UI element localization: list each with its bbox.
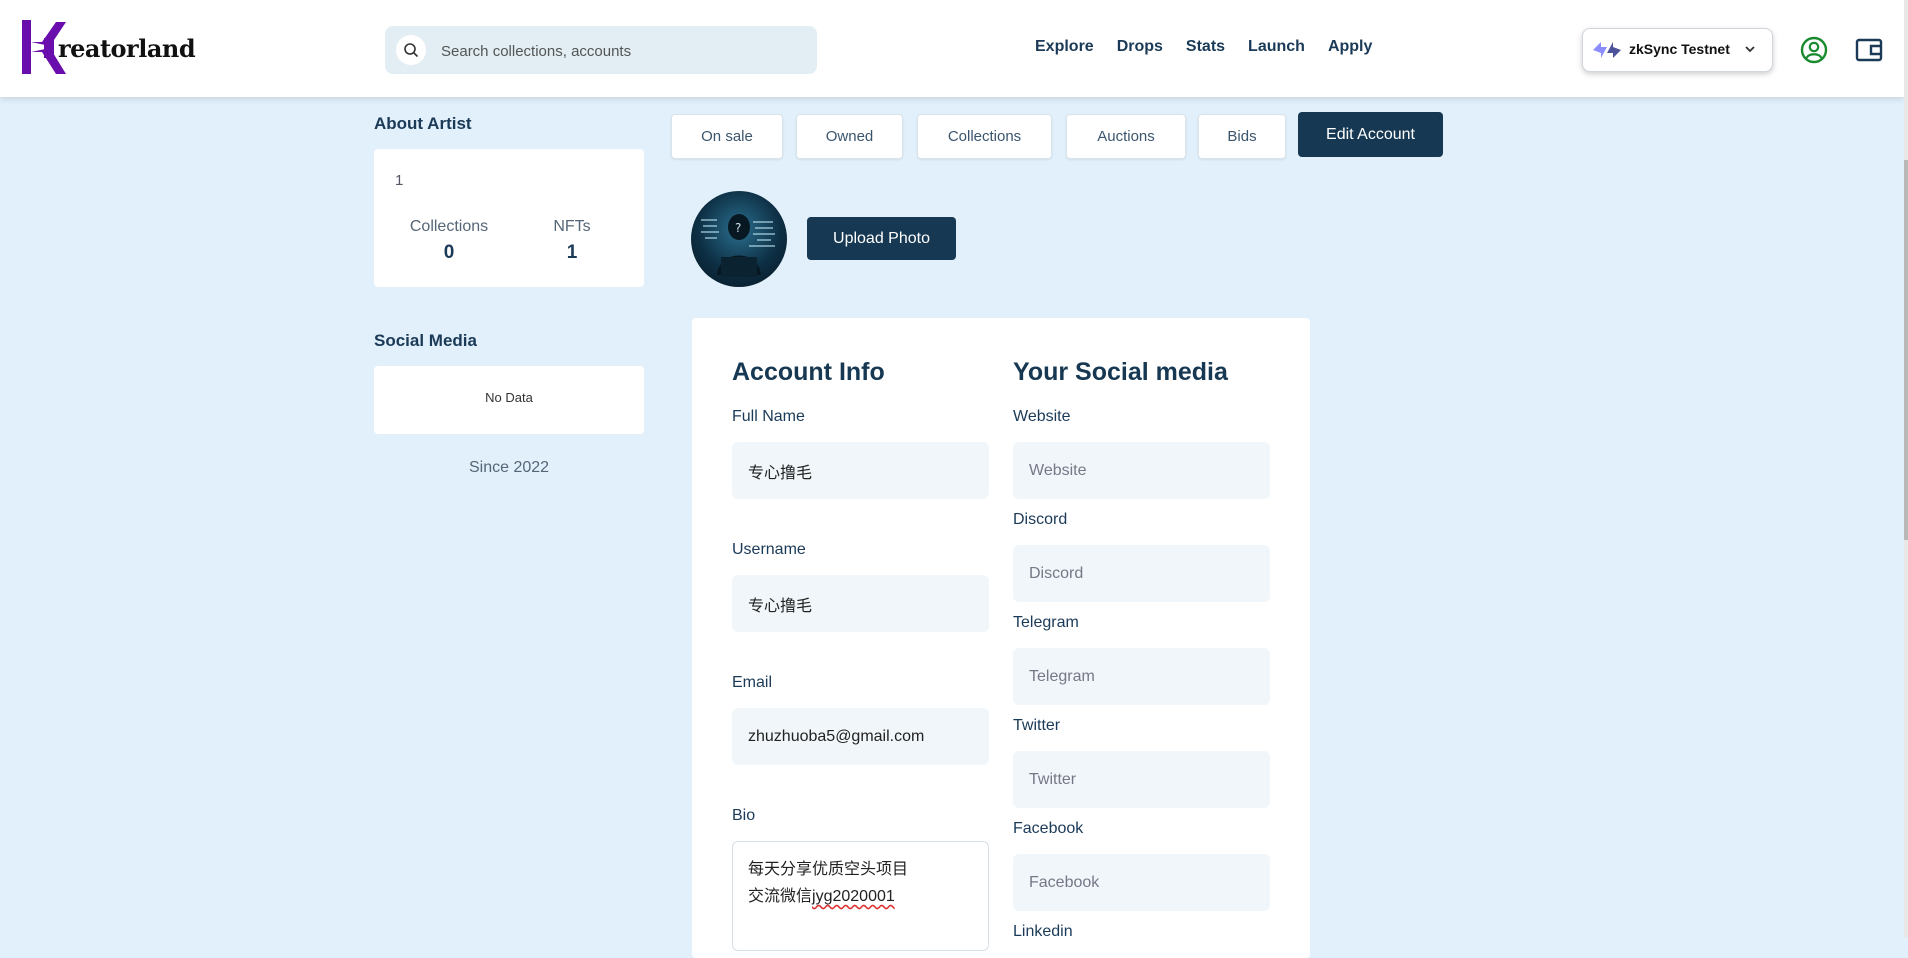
social-media-heading: Social Media: [374, 331, 477, 350]
social-media-card: No Data: [374, 366, 644, 434]
collections-stat: Collections 0: [399, 218, 499, 264]
tab-collections[interactable]: Collections: [917, 114, 1052, 159]
account-info-heading: Account Info: [732, 358, 885, 386]
full-name-field[interactable]: [732, 442, 989, 499]
telegram-field[interactable]: [1013, 648, 1270, 705]
account-form-card: Account Info Your Social media Full Name…: [692, 318, 1310, 958]
discord-field[interactable]: [1013, 545, 1270, 602]
brand-name: reatorland: [58, 34, 196, 63]
tab-auctions[interactable]: Auctions: [1066, 114, 1186, 159]
avatar[interactable]: ?: [691, 191, 787, 287]
twitter-field[interactable]: [1013, 751, 1270, 808]
bio-textarea[interactable]: 每天分享优质空头项目 交流微信jyg2020001: [732, 841, 989, 951]
bio-line-1: 每天分享优质空头项目: [748, 861, 909, 878]
zksync-icon: [1593, 42, 1621, 58]
twitter-label: Twitter: [1013, 717, 1061, 734]
nav-drops[interactable]: Drops: [1117, 38, 1163, 56]
main-nav: Explore Drops Stats Launch Apply: [1035, 38, 1395, 56]
brand-logo[interactable]: reatorland: [22, 20, 196, 76]
svg-text:?: ?: [735, 221, 741, 235]
username-label: Username: [732, 541, 806, 558]
nav-stats[interactable]: Stats: [1186, 38, 1225, 56]
tab-bids[interactable]: Bids: [1198, 114, 1286, 159]
top-header: reatorland Explore Drops Stats Launch Ap…: [0, 0, 1904, 97]
search-input[interactable]: [439, 26, 803, 76]
email-field[interactable]: [732, 708, 989, 765]
nav-apply[interactable]: Apply: [1328, 38, 1372, 56]
search-bar[interactable]: [385, 26, 817, 76]
nfts-stat-value: 1: [566, 242, 578, 263]
website-field[interactable]: [1013, 442, 1270, 499]
nfts-stat-label: NFTs: [553, 218, 591, 235]
bio-wechat-id: jyg2020001: [812, 888, 895, 905]
collections-stat-value: 0: [443, 242, 455, 263]
tab-on-sale[interactable]: On sale: [671, 114, 783, 159]
username-field[interactable]: [732, 575, 989, 632]
facebook-label: Facebook: [1013, 820, 1084, 837]
nav-explore[interactable]: Explore: [1035, 38, 1094, 56]
page-scrollbar[interactable]: [1904, 0, 1908, 937]
facebook-field[interactable]: [1013, 854, 1270, 911]
nfts-stat: NFTs 1: [522, 218, 622, 264]
search-icon: [396, 35, 426, 65]
network-selector[interactable]: zkSync Testnet: [1582, 28, 1773, 72]
linkedin-label: Linkedin: [1013, 923, 1073, 940]
website-label: Website: [1013, 408, 1071, 425]
edit-account-button[interactable]: Edit Account: [1298, 112, 1443, 157]
upload-photo-button[interactable]: Upload Photo: [807, 217, 956, 260]
network-label: zkSync Testnet: [1629, 41, 1730, 57]
telegram-label: Telegram: [1013, 614, 1079, 631]
email-label: Email: [732, 674, 773, 691]
no-data-text: No Data: [485, 390, 533, 405]
user-account-icon[interactable]: [1800, 36, 1828, 64]
collections-stat-label: Collections: [409, 218, 489, 235]
chevron-down-icon: [1745, 46, 1755, 53]
nav-launch[interactable]: Launch: [1248, 38, 1305, 56]
scrollbar-thumb[interactable]: [1904, 160, 1908, 540]
tab-owned[interactable]: Owned: [796, 114, 903, 159]
discord-label: Discord: [1013, 511, 1068, 528]
bio-label: Bio: [732, 807, 756, 824]
wallet-icon[interactable]: [1855, 37, 1883, 63]
bio-line-2-prefix: 交流微信: [748, 888, 813, 905]
since-text: Since 2022: [468, 459, 550, 476]
about-artist-heading: About Artist: [374, 114, 472, 133]
about-number: 1: [395, 172, 404, 189]
bio-line-2: 交流微信jyg2020001: [748, 883, 973, 910]
hooded-figure-image: ?: [701, 214, 775, 277]
full-name-label: Full Name: [732, 408, 805, 425]
about-artist-card: 1 Collections 0 NFTs 1: [374, 149, 644, 287]
social-form-heading: Your Social media: [1013, 358, 1228, 386]
